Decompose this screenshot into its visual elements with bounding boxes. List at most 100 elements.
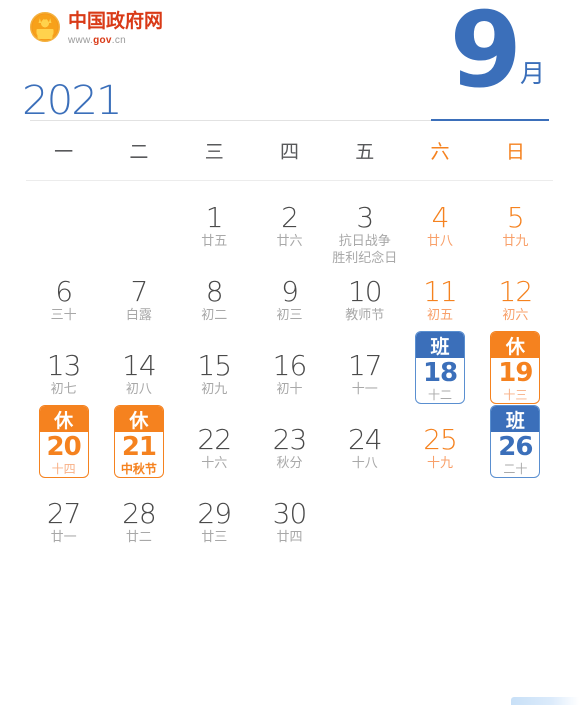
calendar-day-25[interactable]: 25 十九	[402, 421, 477, 495]
day-lunar-label: 初十	[276, 381, 303, 397]
calendar-day-17[interactable]: 17 十一	[327, 347, 402, 421]
month-number: 9	[449, 0, 522, 111]
day-lunar-label: 十四	[51, 462, 76, 477]
site-brand[interactable]: 中国政府网 www.gov.cn	[30, 12, 163, 46]
calendar-day-22[interactable]: 22 十六	[177, 421, 252, 495]
day-lunar-label: 廿五	[201, 233, 228, 249]
day-lunar-label: 廿二	[125, 529, 152, 545]
calendar-day-5[interactable]: 5 廿九	[478, 199, 553, 273]
day-number: 27	[46, 497, 82, 530]
weekday-header-row: 一二三四五六日	[26, 125, 553, 164]
calendar-day-16[interactable]: 16 初十	[252, 347, 327, 421]
calendar-day-23[interactable]: 23 秋分	[252, 421, 327, 495]
day-lunar-label: 初九	[201, 381, 228, 397]
month-unit-label: 月	[519, 60, 545, 89]
day-lunar-label: 廿四	[276, 529, 303, 545]
work-badge: 班	[491, 406, 540, 432]
brand-text: 中国政府网 www.gov.cn	[68, 12, 163, 46]
day-number: 16	[272, 349, 308, 382]
site-url-prefix: www.	[68, 35, 94, 46]
day-lunar-label: 教师节	[345, 307, 385, 323]
work-day-box[interactable]: 班 26 二十	[490, 405, 541, 478]
rest-badge: 休	[39, 406, 88, 432]
calendar-day-9[interactable]: 9 初三	[252, 273, 327, 347]
calendar-day-4[interactable]: 4 廿八	[402, 199, 477, 273]
day-number: 9	[281, 275, 299, 308]
day-lunar-label: 中秋节	[120, 462, 157, 477]
weekday-7: 日	[505, 141, 525, 163]
calendar-day-24[interactable]: 24 十八	[327, 421, 402, 495]
calendar-day-27[interactable]: 27 廿一	[26, 495, 101, 569]
rest-day-box[interactable]: 休 19 十三	[490, 331, 541, 404]
year-label: 2021	[22, 78, 123, 124]
day-number: 11	[423, 275, 458, 308]
day-number: 19	[498, 358, 533, 388]
day-number: 22	[197, 423, 232, 456]
calendar-day-30[interactable]: 30 廿四	[252, 495, 327, 569]
calendar-header: 中国政府网 www.gov.cn 2021 9 月	[0, 0, 579, 125]
calendar-day-21[interactable]: 休 21 中秋节	[101, 405, 176, 495]
day-number: 13	[46, 349, 82, 382]
day-lunar-label: 十九	[427, 455, 454, 471]
day-number: 7	[130, 275, 149, 308]
day-lunar-label: 秋分	[276, 455, 303, 471]
day-number: 18	[422, 358, 458, 388]
day-number: 12	[498, 275, 534, 308]
day-lunar-label: 廿九	[502, 233, 529, 249]
calendar-day-7[interactable]: 7 白露	[101, 273, 176, 347]
calendar-day-8[interactable]: 8 初二	[177, 273, 252, 347]
day-lunar-label: 初三	[276, 307, 303, 323]
day-lunar-label: 十一	[351, 381, 378, 397]
day-lunar-label: 初五	[427, 307, 454, 323]
calendar-day-26[interactable]: 班 26 二十	[478, 405, 553, 495]
calendar-day-15[interactable]: 15 初九	[177, 347, 252, 421]
site-url-mid: gov	[93, 35, 112, 46]
day-lunar-label: 廿三	[201, 529, 228, 545]
calendar-day-1[interactable]: 1 廿五	[177, 199, 252, 273]
day-number: 1	[205, 201, 224, 234]
day-number: 25	[423, 423, 458, 456]
calendar-day-29[interactable]: 29 廿三	[177, 495, 252, 569]
day-number: 28	[122, 497, 157, 530]
rest-day-box[interactable]: 休 20 十四	[38, 405, 89, 478]
day-lunar-label: 白露	[125, 307, 152, 323]
day-number: 21	[121, 432, 157, 462]
day-lunar-label: 初八	[125, 381, 152, 397]
calendar-day-3[interactable]: 3 抗日战争 胜利纪念日	[327, 199, 402, 273]
day-number: 23	[272, 423, 308, 456]
site-url-suffix: .cn	[111, 35, 127, 46]
weekday-divider	[26, 180, 553, 181]
weekday-2: 二	[129, 141, 149, 163]
calendar-day-10[interactable]: 10 教师节	[327, 273, 402, 347]
calendar-day-20[interactable]: 休 20 十四	[26, 405, 101, 495]
day-number: 4	[431, 201, 450, 234]
day-lunar-label: 初六	[502, 307, 529, 323]
day-lunar-label: 廿一	[50, 529, 77, 545]
header-divider-accent	[431, 119, 549, 121]
national-emblem-icon	[30, 12, 60, 42]
site-url: www.gov.cn	[68, 36, 163, 46]
day-number: 8	[205, 275, 224, 308]
day-number: 20	[46, 432, 82, 462]
day-lunar-label: 廿八	[427, 233, 454, 249]
day-content: 19 十三	[491, 358, 539, 403]
calendar-day-28[interactable]: 28 廿二	[101, 495, 176, 569]
day-number: 17	[347, 349, 383, 382]
calendar-day-2[interactable]: 2 廿六	[252, 199, 327, 273]
weekday-5: 五	[355, 141, 375, 163]
day-number: 10	[347, 275, 383, 308]
rest-day-box[interactable]: 休 21 中秋节	[113, 405, 164, 478]
calendar-day-18[interactable]: 班 18 十二	[402, 331, 477, 421]
day-content: 26 二十	[491, 432, 539, 477]
day-number: 26	[498, 432, 533, 462]
day-lunar-label: 廿六	[276, 233, 303, 249]
day-number: 5	[506, 201, 525, 234]
day-lunar-label: 十八	[351, 455, 378, 471]
weekday-4: 四	[279, 141, 299, 163]
day-lunar-label: 十六	[201, 455, 228, 471]
calendar-grid: 1 廿五 2 廿六 3 抗日战争 胜利纪念日 4 廿八 5 廿九 6 三十 7 白露 8 初二 9 初三 10 教师节…	[26, 199, 553, 569]
calendar-day-6[interactable]: 6 三十	[26, 273, 101, 347]
work-day-box[interactable]: 班 18 十二	[415, 331, 466, 404]
day-number: 24	[347, 423, 383, 456]
month-display: 9 月	[449, 0, 545, 111]
